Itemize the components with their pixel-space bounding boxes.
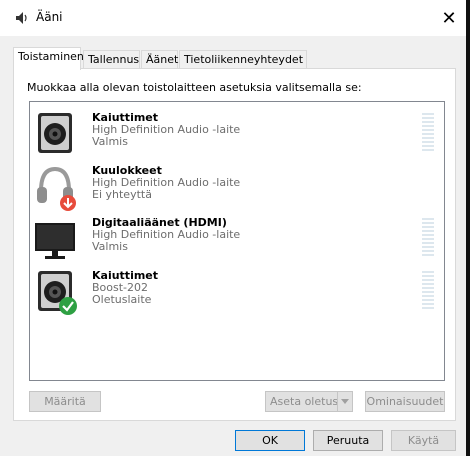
list-item[interactable]: Digitaaliäänet (HDMI) High Definition Au… bbox=[30, 215, 444, 263]
monitor-icon bbox=[35, 223, 75, 259]
default-check-badge bbox=[59, 297, 77, 315]
level-meter bbox=[422, 113, 434, 153]
list-item[interactable]: Kaiuttimet High Definition Audio -laite … bbox=[30, 110, 444, 158]
speaker-icon bbox=[16, 12, 27, 24]
sound-dialog: Ääni ✕ Toistaminen Tallennus Äänet Tieto… bbox=[0, 0, 466, 456]
level-meter bbox=[422, 218, 434, 258]
instruction-text: Muokkaa alla olevan toistolaitteen asetu… bbox=[27, 81, 362, 94]
headphones-icon bbox=[37, 166, 76, 211]
device-status: Oletuslaite bbox=[92, 293, 152, 306]
tab-communications[interactable]: Tietoliikenneyhteydet bbox=[179, 50, 307, 68]
chevron-down-icon[interactable] bbox=[337, 392, 352, 411]
device-list[interactable]: Kaiuttimet High Definition Audio -laite … bbox=[29, 101, 445, 381]
speaker-icon bbox=[38, 113, 72, 153]
window-title: Ääni bbox=[36, 10, 63, 24]
device-status: Ei yhteyttä bbox=[92, 188, 152, 201]
speaker-icon bbox=[38, 271, 77, 315]
close-icon: ✕ bbox=[441, 7, 457, 29]
list-item[interactable]: Kuulokkeet High Definition Audio -laite … bbox=[30, 163, 444, 211]
tab-playback[interactable]: Toistaminen bbox=[13, 47, 84, 70]
list-item[interactable]: Kaiuttimet Boost-202 Oletuslaite bbox=[30, 268, 444, 316]
set-default-button[interactable]: Aseta oletus bbox=[265, 391, 353, 412]
title-bar: Ääni ✕ bbox=[0, 0, 466, 36]
cancel-button[interactable]: Peruuta bbox=[313, 430, 383, 451]
device-status: Valmis bbox=[92, 240, 128, 253]
apply-button[interactable]: Käytä bbox=[391, 430, 456, 451]
set-default-label: Aseta oletus bbox=[270, 395, 339, 408]
configure-button[interactable]: Määritä bbox=[29, 391, 101, 412]
level-meter bbox=[422, 271, 434, 311]
tab-recording[interactable]: Tallennus bbox=[83, 50, 140, 68]
close-button[interactable]: ✕ bbox=[432, 0, 466, 36]
device-status: Valmis bbox=[92, 135, 128, 148]
playback-panel: Muokkaa alla olevan toistolaitteen asetu… bbox=[13, 68, 456, 421]
ok-button[interactable]: OK bbox=[235, 430, 305, 451]
tab-sounds[interactable]: Äänet bbox=[141, 50, 178, 68]
properties-button[interactable]: Ominaisuudet bbox=[365, 391, 445, 412]
background-edge bbox=[466, 0, 470, 456]
